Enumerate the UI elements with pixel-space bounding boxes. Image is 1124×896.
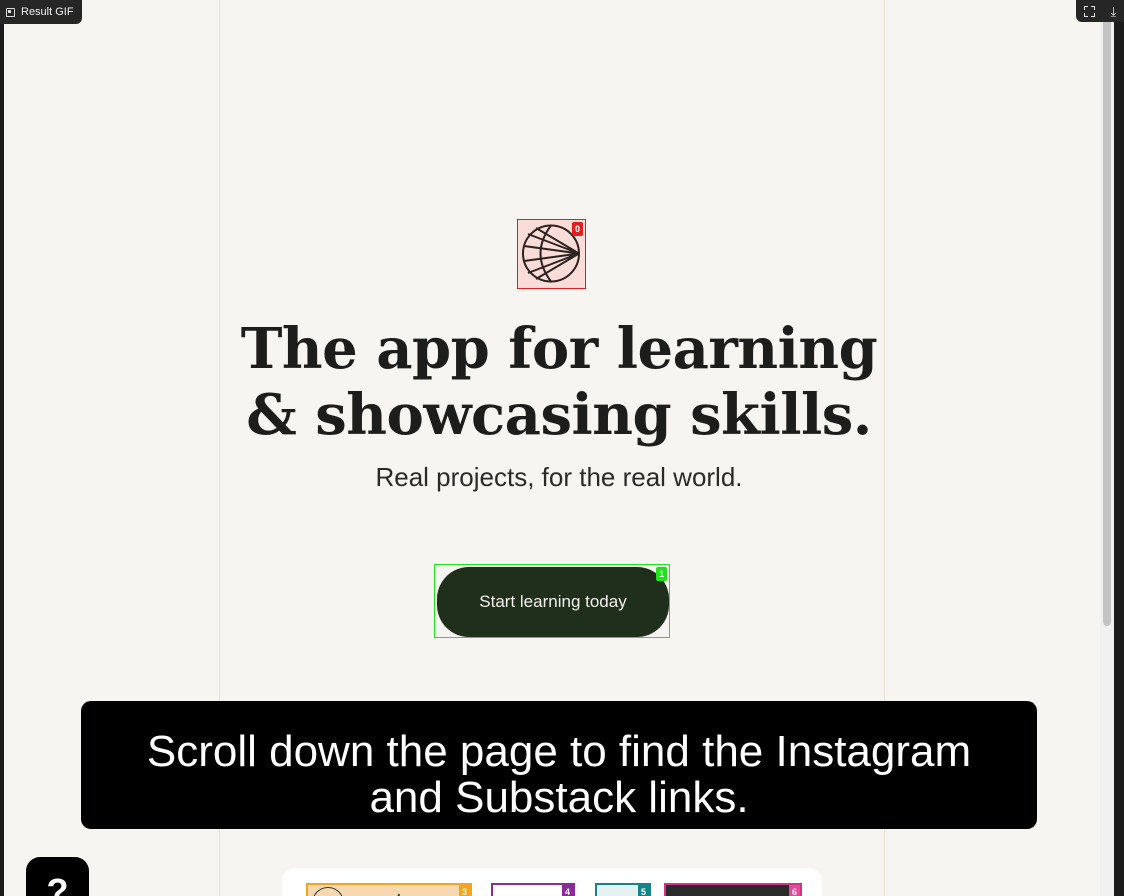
partner-logo-link[interactable]: 6 [664,883,802,896]
expand-icon[interactable] [1083,5,1095,17]
cta-highlight: Start learning today 1 [434,564,670,638]
element-marker: 4 [562,885,573,896]
scrollbar-thumb[interactable] [1103,20,1111,626]
partner-logo-link[interactable]: 5 [595,883,651,896]
partner-logo-link[interactable]: 4 [491,883,575,896]
caption-line1: Scroll down the page to find the Instagr… [146,727,972,776]
result-gif-badge: Result GIF [0,0,82,24]
result-gif-label: Result GIF [21,6,74,18]
element-marker: 6 [789,885,800,896]
hero-title-line1: The app for learning [240,316,878,382]
partner-logo-link[interactable]: nextwo 3 [306,883,472,896]
hero-subtitle: Real projects, for the real world. [375,462,743,492]
element-marker: 5 [638,885,649,896]
element-marker: 3 [459,885,470,896]
page-frame: 0 The app for learning & showcasing skil… [4,0,1114,896]
hero-title: The app for learning & showcasing skills… [4,316,1114,448]
help-button[interactable]: ? [26,857,89,896]
globe-icon [312,887,344,896]
start-learning-button[interactable]: Start learning today [437,567,669,637]
logo-link[interactable]: 0 [517,219,586,289]
instruction-caption: Scroll down the page to find the Instagr… [81,701,1037,829]
viewer-toolbar: ⤓ [1076,0,1124,22]
scrollbar[interactable] [1100,0,1114,896]
element-marker: 0 [572,222,583,236]
image-icon [6,7,15,17]
download-icon[interactable]: ⤓ [1110,5,1116,18]
caption-line2: and Substack links. [369,773,749,822]
element-marker: 1 [656,567,667,581]
hero-title-line2: & showcasing skills. [246,382,872,448]
partner-logo-strip: nextwo 3 4 5 6 [282,868,822,896]
partner-logo-text: nextwo [350,887,439,896]
